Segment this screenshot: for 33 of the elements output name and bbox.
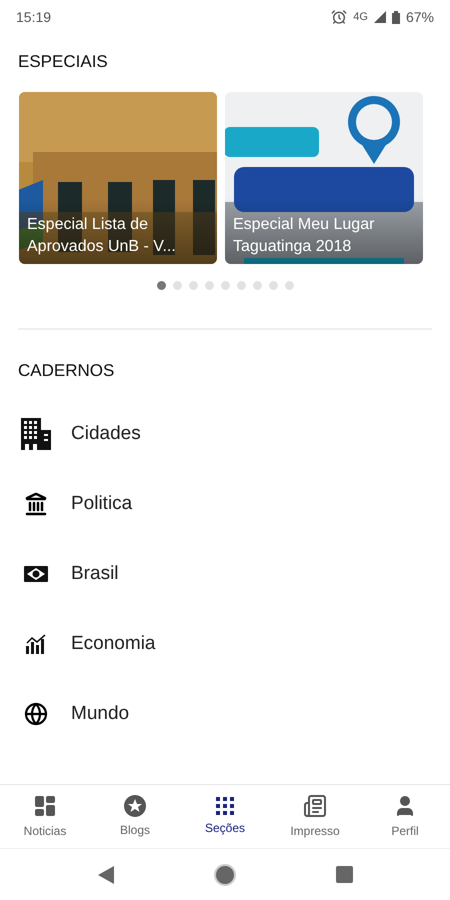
- feature-card[interactable]: Especial Lista de Aprovados UnB - V...: [19, 92, 217, 264]
- section-item[interactable]: Economia: [0, 609, 450, 679]
- bar-chart-icon: [25, 634, 47, 654]
- home-icon[interactable]: [214, 864, 236, 886]
- dashboard-icon: [33, 794, 57, 818]
- recents-icon[interactable]: [336, 866, 352, 883]
- alarm-icon: [331, 9, 348, 25]
- nav-tab[interactable]: Seções: [185, 796, 265, 836]
- buildings-icon: [21, 418, 51, 450]
- network-type: 4G: [353, 10, 368, 25]
- section-title: ESPECIAIS: [17, 51, 109, 73]
- battery-level: 67%: [406, 8, 434, 26]
- grid-icon: [216, 796, 234, 814]
- battery-icon: [392, 10, 400, 24]
- section-item[interactable]: Mundo: [0, 679, 450, 749]
- section-item[interactable]: Brasil: [0, 539, 450, 609]
- flag-icon: [24, 566, 48, 582]
- newspaper-icon: [303, 794, 327, 818]
- nav-tab[interactable]: Noticias: [5, 794, 85, 840]
- section-title: CADERNOS: [17, 360, 116, 382]
- nav-tab[interactable]: Impresso: [275, 794, 355, 840]
- feature-card[interactable]: Especial Meu Lugar Taguatinga 2018: [225, 92, 423, 264]
- columned-building-icon: [24, 492, 48, 516]
- section-item[interactable]: Politica: [0, 469, 450, 539]
- signal-icon: [374, 11, 386, 23]
- card-caption: Especial Meu Lugar Taguatinga 2018: [233, 214, 376, 256]
- clock: 15:19: [16, 8, 52, 26]
- back-icon[interactable]: [98, 866, 114, 884]
- nav-tab[interactable]: Blogs: [95, 794, 175, 838]
- card-caption: Especial Lista de Aprovados UnB - V...: [27, 214, 177, 256]
- section-item[interactable]: Cidades: [0, 399, 450, 469]
- nav-tab[interactable]: Perfil: [365, 794, 445, 840]
- globe-icon: [24, 702, 48, 726]
